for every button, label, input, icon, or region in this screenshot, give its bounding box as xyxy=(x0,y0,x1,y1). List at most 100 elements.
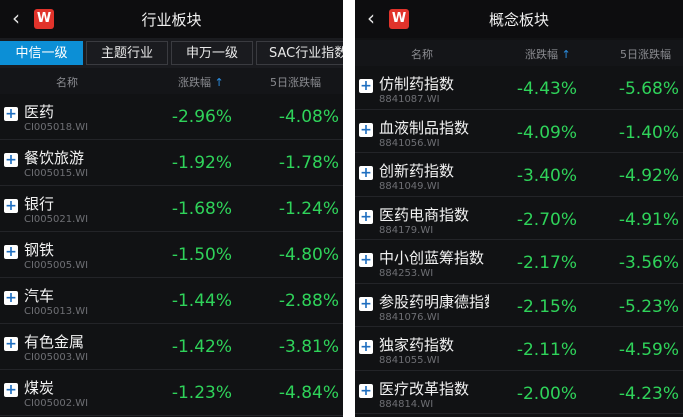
sector-code: CI005002.WI xyxy=(24,398,89,409)
table-row[interactable]: + 创新药指数 8841049.WI -3.40% -4.92% xyxy=(355,153,683,197)
table-row[interactable]: + 医药 CI005018.WI -2.96% -4.08% xyxy=(0,94,343,140)
sort-arrow-icon: ↑ xyxy=(561,48,571,61)
five-day-change-value: -1.24% xyxy=(278,199,339,219)
header-five-day[interactable]: 5日涨跌幅 xyxy=(270,74,321,90)
five-day-change-value: -3.56% xyxy=(618,253,679,273)
change-value: -1.44% xyxy=(171,291,232,311)
industry-panel: ‹ W 行业板块 中信一级 主题行业 申万一级 SAC行业指数 名称 涨跌幅 ↑… xyxy=(0,0,343,417)
sector-code: 8841056.WI xyxy=(379,137,440,149)
add-watchlist-plus-icon[interactable]: + xyxy=(4,153,18,167)
sector-code: 884814.WI xyxy=(379,398,434,410)
sector-name: 钢铁 xyxy=(24,241,55,259)
table-row[interactable]: + 银行 CI005021.WI -1.68% -1.24% xyxy=(0,186,343,232)
table-row[interactable]: + 餐饮旅游 CI005015.WI -1.92% -1.78% xyxy=(0,140,343,186)
sector-name: 银行 xyxy=(24,195,55,213)
sector-name: 血液制品指数 xyxy=(379,118,470,137)
change-value: -1.68% xyxy=(171,199,232,219)
five-day-change-value: -4.59% xyxy=(618,340,679,360)
add-watchlist-plus-icon[interactable]: + xyxy=(4,199,18,213)
add-watchlist-plus-icon[interactable]: + xyxy=(359,340,373,354)
change-value: -2.96% xyxy=(171,107,232,127)
sector-name: 参股药明康德指数 xyxy=(379,292,489,311)
sector-name: 创新药指数 xyxy=(379,162,455,180)
add-watchlist-plus-icon[interactable]: + xyxy=(4,107,18,121)
add-watchlist-plus-icon[interactable]: + xyxy=(359,296,373,311)
sector-name: 有色金属 xyxy=(24,333,85,351)
sector-code: CI005013.WI xyxy=(24,306,89,317)
add-watchlist-plus-icon[interactable]: + xyxy=(4,337,18,351)
header-change-label: 涨跌幅 xyxy=(178,76,211,89)
table-row[interactable]: + 煤炭 CI005002.WI -1.23% -4.84% xyxy=(0,370,343,416)
table-row[interactable]: + 医疗改革指数 884814.WI -2.00% -4.23% xyxy=(355,371,683,414)
change-value: -1.42% xyxy=(171,337,232,357)
sector-code: CI005018.WI xyxy=(24,122,89,133)
add-watchlist-plus-icon[interactable]: + xyxy=(359,209,373,224)
sector-name: 医疗改革指数 xyxy=(379,379,470,398)
sector-code: CI005005.WI xyxy=(24,260,89,271)
sector-name: 医药 xyxy=(24,103,55,121)
sector-code: 8841055.WI xyxy=(379,355,440,366)
add-watchlist-plus-icon[interactable]: + xyxy=(359,383,373,398)
sector-code: 884253.WI xyxy=(379,268,434,279)
five-day-change-value: -4.84% xyxy=(278,383,339,403)
header-change[interactable]: 涨跌幅 ↑ xyxy=(525,46,571,62)
sector-name: 医药电商指数 xyxy=(379,205,470,224)
sector-name: 汽车 xyxy=(24,287,55,305)
add-watchlist-plus-icon[interactable]: + xyxy=(4,245,18,259)
header-five-day[interactable]: 5日涨跌幅 xyxy=(620,46,671,62)
five-day-change-value: -4.23% xyxy=(618,383,679,404)
five-day-change-value: -4.80% xyxy=(278,245,339,265)
table-row[interactable]: + 钢铁 CI005005.WI -1.50% -4.80% xyxy=(0,232,343,278)
add-watchlist-plus-icon[interactable]: + xyxy=(359,253,373,267)
change-value: -1.92% xyxy=(171,153,232,173)
change-value: -2.00% xyxy=(516,383,577,404)
change-value: -2.11% xyxy=(516,340,577,360)
sector-code: 8841076.WI xyxy=(379,311,440,323)
column-header: 名称 涨跌幅 ↑ 5日涨跌幅 xyxy=(355,40,683,66)
table-row[interactable]: + 仿制药指数 8841087.WI -4.43% -5.68% xyxy=(355,66,683,110)
sector-code: CI005021.WI xyxy=(24,214,89,225)
five-day-change-value: -4.92% xyxy=(618,166,679,186)
table-row[interactable]: + 医药电商指数 884179.WI -2.70% -4.91% xyxy=(355,197,683,240)
top-bar: ‹ W 行业板块 xyxy=(0,0,343,38)
header-name[interactable]: 名称 xyxy=(56,74,78,90)
header-change[interactable]: 涨跌幅 ↑ xyxy=(178,74,224,90)
five-day-change-value: -4.91% xyxy=(618,209,679,230)
table-row[interactable]: + 血液制品指数 8841056.WI -4.09% -1.40% xyxy=(355,110,683,153)
table-row[interactable]: + 独家药指数 8841055.WI -2.11% -4.59% xyxy=(355,327,683,371)
category-tabs: 中信一级 主题行业 申万一级 SAC行业指数 xyxy=(0,38,343,68)
header-name[interactable]: 名称 xyxy=(411,46,433,62)
add-watchlist-plus-icon[interactable]: + xyxy=(4,383,18,397)
tab-sac-industry[interactable]: SAC行业指数 xyxy=(256,41,343,65)
sector-name: 餐饮旅游 xyxy=(24,149,85,167)
table-row[interactable]: + 汽车 CI005013.WI -1.44% -2.88% xyxy=(0,278,343,324)
tab-sw-level1[interactable]: 申万一级 xyxy=(171,41,253,65)
page-title: 行业板块 xyxy=(141,11,202,29)
sort-arrow-icon: ↑ xyxy=(214,76,224,89)
tab-citic-level1[interactable]: 中信一级 xyxy=(0,41,83,65)
five-day-change-value: -1.78% xyxy=(278,153,339,173)
change-value: -1.23% xyxy=(171,383,232,403)
change-value: -4.09% xyxy=(516,122,577,143)
tab-theme-industry[interactable]: 主题行业 xyxy=(86,41,168,65)
change-value: -4.43% xyxy=(516,79,577,99)
table-row[interactable]: + 参股药明康德指数 8841076.WI -2.15% -5.23% xyxy=(355,284,683,327)
five-day-change-value: -5.68% xyxy=(618,79,679,99)
page-title: 概念板块 xyxy=(488,11,549,29)
sector-name: 独家药指数 xyxy=(379,336,455,354)
change-value: -2.17% xyxy=(516,253,577,273)
five-day-change-value: -4.08% xyxy=(278,107,339,127)
table-row[interactable]: + 有色金属 CI005003.WI -1.42% -3.81% xyxy=(0,324,343,370)
column-header: 名称 涨跌幅 ↑ 5日涨跌幅 xyxy=(0,68,343,94)
add-watchlist-plus-icon[interactable]: + xyxy=(359,122,373,137)
five-day-change-value: -1.40% xyxy=(618,122,679,143)
sector-name: 中小创蓝筹指数 xyxy=(379,249,485,267)
add-watchlist-plus-icon[interactable]: + xyxy=(4,291,18,305)
five-day-change-value: -2.88% xyxy=(278,291,339,311)
add-watchlist-plus-icon[interactable]: + xyxy=(359,79,373,93)
sector-code: 884179.WI xyxy=(379,224,434,236)
header-change-label: 涨跌幅 xyxy=(525,48,558,61)
table-row[interactable]: + 中小创蓝筹指数 884253.WI -2.17% -3.56% xyxy=(355,240,683,284)
change-value: -1.50% xyxy=(171,245,232,265)
add-watchlist-plus-icon[interactable]: + xyxy=(359,166,373,180)
